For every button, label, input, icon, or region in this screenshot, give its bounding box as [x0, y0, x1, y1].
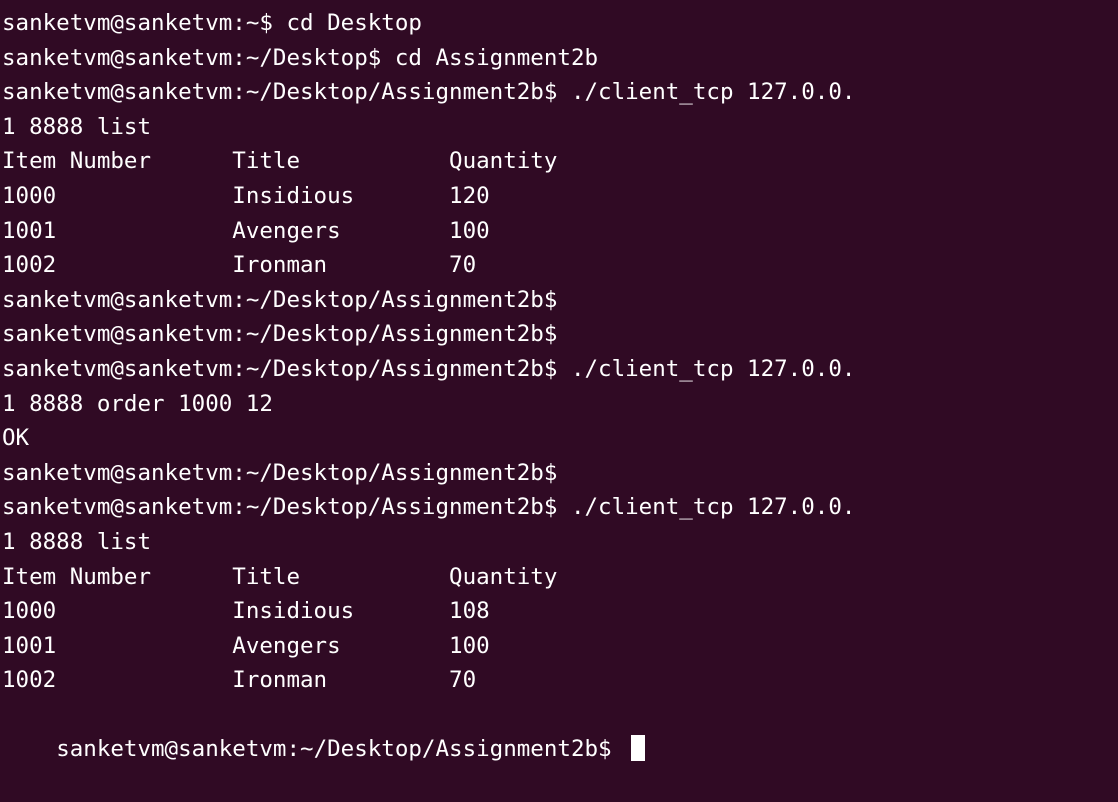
terminal-line: sanketvm@sanketvm:~/Desktop/Assignment2b…	[2, 286, 558, 313]
table-header-line: Item Number Title Quantity	[2, 148, 558, 175]
table-header-line: Item Number Title Quantity	[2, 563, 558, 590]
terminal-line: sanketvm@sanketvm:~/Desktop$ cd Assignme…	[2, 44, 599, 71]
terminal-line: sanketvm@sanketvm:~/Desktop/Assignment2b…	[2, 459, 558, 486]
table-row: 1000 Insidious 120	[2, 182, 490, 209]
table-row: 1002 Ironman 70	[2, 252, 477, 279]
terminal-line: sanketvm@sanketvm:~/Desktop/Assignment2b…	[2, 321, 558, 348]
terminal-line: sanketvm@sanketvm:~/Desktop/Assignment2b…	[2, 355, 856, 382]
table-row: 1000 Insidious 108	[2, 598, 490, 625]
terminal-line: sanketvm@sanketvm:~$ cd Desktop	[2, 10, 422, 36]
terminal-line: 1 8888 list	[2, 528, 152, 555]
table-row: 1002 Ironman 70	[2, 667, 477, 694]
text-cursor	[631, 734, 646, 761]
table-row: 1001 Avengers 100	[2, 217, 490, 244]
terminal-window[interactable]: sanketvm@sanketvm:~$ cd Desktop sanketvm…	[0, 0, 1118, 762]
terminal-line: 1 8888 list	[2, 113, 152, 140]
terminal-prompt-line[interactable]: sanketvm@sanketvm:~/Desktop/Assignment2b…	[0, 698, 1118, 762]
terminal-line: sanketvm@sanketvm:~/Desktop/Assignment2b…	[2, 494, 856, 521]
prompt-text: sanketvm@sanketvm:~/Desktop/Assignment2b…	[56, 736, 626, 763]
terminal-line: sanketvm@sanketvm:~/Desktop/Assignment2b…	[2, 79, 856, 106]
terminal-output-ok: OK	[2, 425, 30, 452]
table-row: 1001 Avengers 100	[2, 632, 490, 659]
terminal-line: 1 8888 order 1000 12	[2, 390, 273, 417]
